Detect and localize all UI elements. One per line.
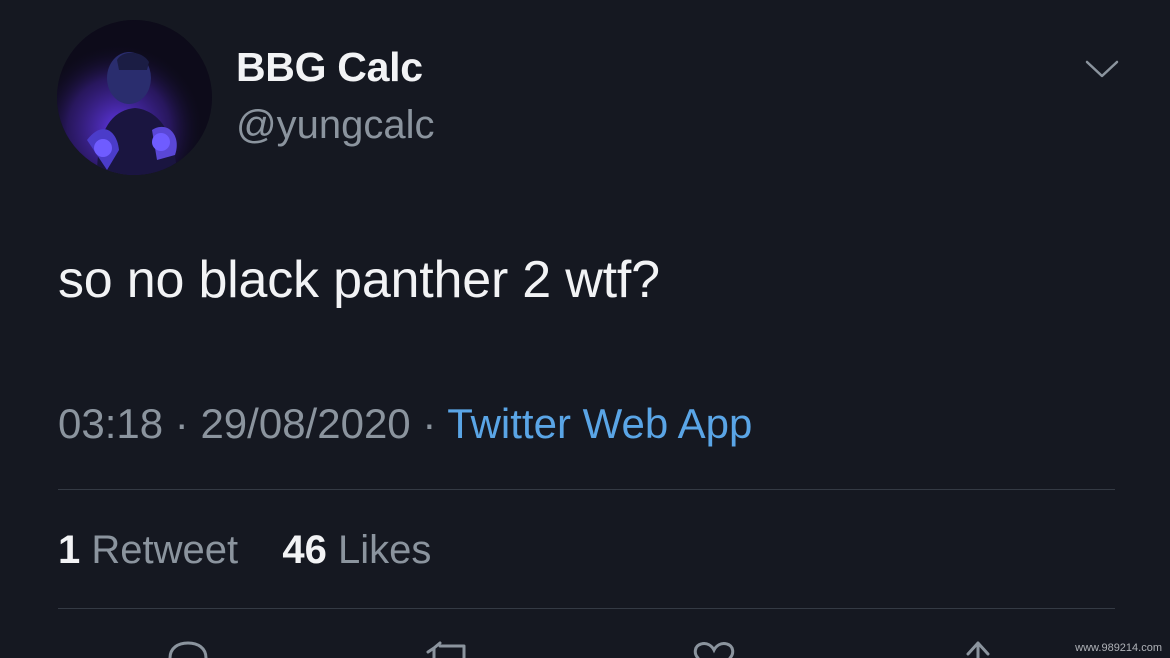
- avatar[interactable]: [57, 20, 212, 175]
- action-bar: [0, 640, 1170, 658]
- tweet-source-link[interactable]: Twitter Web App: [447, 400, 752, 447]
- divider: [58, 489, 1115, 490]
- divider: [58, 608, 1115, 609]
- likes-stat[interactable]: 46 Likes: [282, 528, 431, 572]
- tweet-stats: 1 Retweet 46 Likes: [58, 528, 431, 573]
- retweets-label: Retweet: [91, 528, 239, 572]
- reply-icon[interactable]: [164, 640, 212, 658]
- tweet-text: so no black panther 2 wtf?: [58, 251, 660, 309]
- avatar-image: [57, 20, 212, 175]
- tweet-meta: 03:18 · 29/08/2020 · Twitter Web App: [58, 400, 752, 448]
- user-handle[interactable]: @yungcalc: [236, 103, 434, 148]
- heart-icon[interactable]: [690, 640, 738, 658]
- retweets-stat[interactable]: 1 Retweet: [58, 528, 249, 572]
- tweet-time: 03:18: [58, 400, 164, 447]
- tweet-date: 29/08/2020: [200, 400, 411, 447]
- tweet-detail: BBG Calc @yungcalc so no black panther 2…: [0, 0, 1170, 658]
- meta-separator: ·: [174, 400, 189, 447]
- retweets-count: 1: [58, 528, 81, 572]
- retweet-icon[interactable]: [426, 640, 474, 658]
- share-icon[interactable]: [954, 640, 1002, 658]
- meta-separator: ·: [422, 400, 437, 447]
- watermark: www.989214.com: [1075, 642, 1162, 654]
- chevron-down-icon[interactable]: [1084, 58, 1120, 80]
- display-name[interactable]: BBG Calc: [236, 44, 423, 91]
- likes-label: Likes: [338, 528, 432, 572]
- likes-count: 46: [282, 528, 327, 572]
